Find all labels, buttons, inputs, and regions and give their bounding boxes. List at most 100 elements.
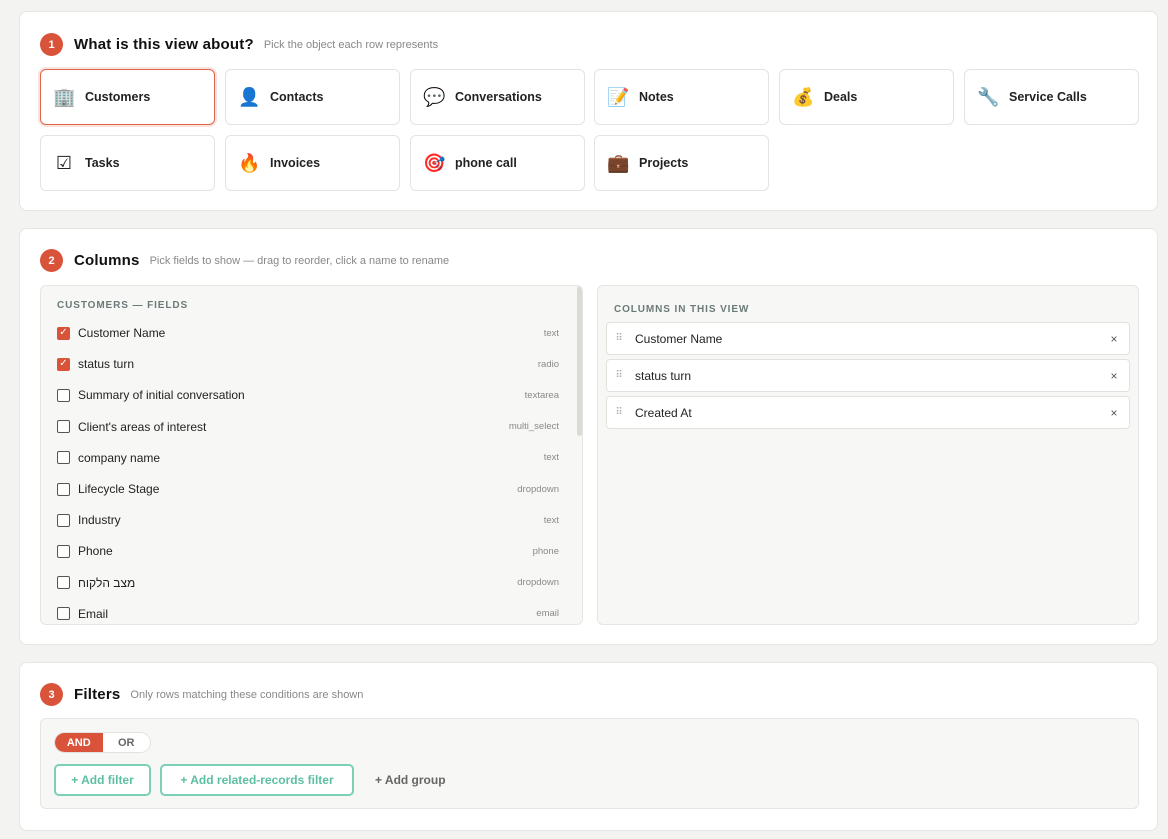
field-checkbox[interactable] (57, 420, 70, 434)
step-number-badge: 1 (40, 33, 63, 56)
filter-group-box: AND OR + Add filter + Add related-record… (40, 718, 1139, 809)
object-option-conversations[interactable]: 💬 Conversations (410, 69, 585, 125)
object-option-label: Deals (824, 90, 858, 104)
target-icon: 🎯 (423, 153, 446, 173)
view-column-name[interactable]: Customer Name (635, 332, 1099, 346)
field-checkbox[interactable]: ✓ (57, 357, 70, 371)
or-toggle-button[interactable]: OR (103, 733, 151, 752)
fields-panel-title: CUSTOMERS — FIELDS (57, 300, 189, 311)
drag-handle-icon[interactable]: ⠿ (607, 370, 631, 381)
filters-subtitle: Only rows matching these conditions are … (130, 688, 364, 701)
object-option-notes[interactable]: 📝 Notes (594, 69, 769, 125)
object-option-service-calls[interactable]: 🔧 Service Calls (964, 69, 1139, 125)
field-type: radio (537, 358, 559, 370)
object-option-label: Conversations (455, 90, 542, 104)
add-filter-button[interactable]: + Add filter (54, 764, 151, 796)
view-column-name[interactable]: Created At (635, 406, 1099, 420)
field-type: text (543, 514, 559, 526)
object-option-phone-call[interactable]: 🎯 phone call (410, 135, 585, 191)
filters-header: 3 Filters Only rows matching these condi… (40, 683, 363, 706)
field-checkbox[interactable] (57, 576, 70, 590)
filters-card: 3 Filters Only rows matching these condi… (19, 662, 1158, 831)
field-checkbox[interactable] (57, 482, 70, 496)
field-name: מצב הלקוח (78, 575, 136, 590)
field-type: email (536, 608, 559, 620)
field-type: text (543, 327, 559, 339)
columns-card: 2 Columns Pick fields to show — drag to … (19, 228, 1158, 645)
view-column-item[interactable]: ⠿ status turn × (606, 359, 1130, 392)
field-checkbox[interactable] (57, 451, 70, 465)
field-name: Summary of initial conversation (78, 388, 245, 403)
field-name: Customer Name (78, 326, 166, 340)
field-name: Phone (78, 544, 113, 559)
field-row[interactable]: Client's areas of interest multi_select (57, 417, 559, 437)
field-checkbox[interactable] (57, 607, 70, 621)
briefcase-icon: 💼 (607, 153, 630, 173)
field-type: dropdown (517, 577, 559, 589)
object-option-label: Invoices (270, 156, 321, 170)
step-number-badge: 3 (40, 683, 63, 706)
remove-column-icon[interactable]: × (1099, 369, 1129, 383)
speech-bubble-icon: 💬 (423, 87, 446, 107)
field-name: Industry (78, 513, 121, 528)
object-option-deals[interactable]: 💰 Deals (779, 69, 954, 125)
object-picker-header: 1 What is this view about? Pick the obje… (40, 33, 438, 56)
field-type: phone (532, 545, 559, 557)
and-or-toggle: AND OR (54, 732, 151, 753)
drag-handle-icon[interactable]: ⠿ (607, 333, 631, 344)
object-option-label: Customers (85, 90, 151, 104)
add-related-filter-button[interactable]: + Add related-records filter (160, 764, 354, 796)
object-option-invoices[interactable]: 🔥 Invoices (225, 135, 400, 191)
field-checkbox[interactable] (57, 388, 70, 402)
field-name: Email (78, 606, 109, 621)
remove-column-icon[interactable]: × (1099, 406, 1129, 420)
field-name: Client's areas of interest (78, 419, 207, 434)
field-type: textarea (524, 389, 559, 401)
field-row[interactable]: Industry text (57, 510, 559, 530)
field-row[interactable]: Phone phone (57, 541, 559, 561)
view-columns-title: COLUMNS IN THIS VIEW (614, 304, 750, 315)
object-option-label: Tasks (85, 156, 120, 170)
field-row[interactable]: מצב הלקוח dropdown (57, 573, 559, 593)
money-bag-icon: 💰 (792, 87, 815, 107)
view-column-item[interactable]: ⠿ Created At × (606, 396, 1130, 429)
columns-header: 2 Columns Pick fields to show — drag to … (40, 249, 449, 272)
field-row[interactable]: company name text (57, 448, 559, 468)
object-option-label: phone call (455, 156, 517, 170)
field-row[interactable]: Email email (57, 604, 559, 624)
object-picker-title: What is this view about? (74, 36, 254, 53)
field-checkbox[interactable]: ✓ (57, 326, 70, 340)
field-name: company name (78, 450, 161, 465)
memo-icon: 📝 (607, 87, 630, 107)
object-picker-card: 1 What is this view about? Pick the obje… (19, 11, 1158, 211)
add-group-button[interactable]: + Add group (375, 764, 455, 796)
view-column-item[interactable]: ⠿ Customer Name × (606, 322, 1130, 355)
field-name: Lifecycle Stage (78, 482, 160, 496)
object-option-label: Notes (639, 90, 674, 104)
field-type: text (543, 452, 559, 464)
step-number-badge: 2 (40, 249, 63, 272)
fields-scrollbar[interactable] (577, 286, 582, 436)
field-row[interactable]: Lifecycle Stage dropdown (57, 479, 559, 499)
field-checkbox[interactable] (57, 544, 70, 558)
field-type: multi_select (508, 421, 559, 433)
object-option-tasks[interactable]: ☑ Tasks (40, 135, 215, 191)
field-row[interactable]: ✓ Customer Name text (57, 323, 559, 343)
field-type: dropdown (517, 483, 559, 495)
field-row[interactable]: ✓ status turn radio (57, 354, 559, 374)
person-icon: 👤 (238, 87, 261, 107)
wrench-icon: 🔧 (977, 87, 1000, 107)
object-option-contacts[interactable]: 👤 Contacts (225, 69, 400, 125)
object-option-projects[interactable]: 💼 Projects (594, 135, 769, 191)
object-option-customers[interactable]: 🏢 Customers (40, 69, 215, 125)
remove-column-icon[interactable]: × (1099, 332, 1129, 346)
object-option-label: Service Calls (1009, 90, 1087, 104)
and-toggle-button[interactable]: AND (55, 733, 103, 752)
office-building-icon: 🏢 (53, 87, 76, 107)
view-column-name[interactable]: status turn (635, 369, 1099, 383)
field-checkbox[interactable] (57, 513, 70, 527)
columns-subtitle: Pick fields to show — drag to reorder, c… (149, 254, 450, 267)
object-option-label: Contacts (270, 90, 324, 104)
field-row[interactable]: Summary of initial conversation textarea (57, 385, 559, 405)
drag-handle-icon[interactable]: ⠿ (607, 407, 631, 418)
